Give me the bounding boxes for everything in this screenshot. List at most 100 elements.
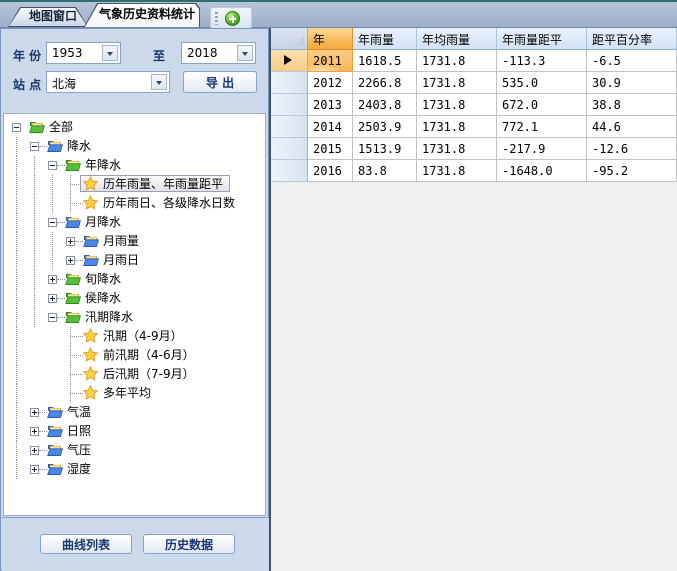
tree-connector-line [75,241,83,242]
collapse-minus-icon[interactable] [48,313,57,322]
grid-cell[interactable]: 38.8 [587,94,677,116]
grid-row-header[interactable] [271,116,308,138]
grid-cell[interactable]: 1731.8 [417,138,497,160]
tree-item[interactable]: 年降水 [4,156,265,175]
tree-item-label: 后汛期（7-9月） [103,365,195,383]
grid-row-header[interactable] [271,160,308,182]
tree-item[interactable]: 降水 [4,137,265,156]
tab-weather-history-stats[interactable]: 气象历史资料统计 [84,3,200,27]
tree-item[interactable]: 汛期（4-9月） [4,327,265,346]
tree-guide-line [16,251,17,270]
tree-item[interactable]: 月降水 [4,213,265,232]
grid-column-header[interactable]: 年雨量 [353,28,417,50]
expand-plus-icon[interactable] [30,446,39,455]
grid-cell[interactable]: 1731.8 [417,50,497,72]
dropdown-arrow-icon[interactable] [151,74,167,90]
folder-green-icon [29,119,45,135]
tree-item[interactable]: 湿度 [4,460,265,479]
expand-plus-icon[interactable] [30,465,39,474]
export-button[interactable]: 导 出 [183,71,257,93]
tree-guide-line [16,308,17,327]
grid-column-header[interactable]: 年 [308,28,353,50]
grid-select-all[interactable] [271,28,308,50]
tab-map-window[interactable]: 地图窗口 [8,7,88,27]
tree-item[interactable]: 月雨量 [4,232,265,251]
tree-guide-line [16,460,17,479]
tree-item[interactable]: 汛期降水 [4,308,265,327]
grid-cell[interactable]: 2266.8 [353,72,417,94]
year-to-select[interactable]: 2018 [181,42,256,64]
tree-item[interactable]: 后汛期（7-9月） [4,365,265,384]
grid-cell[interactable]: 2403.8 [353,94,417,116]
tree-item-label: 月雨日 [103,251,139,269]
tree-item[interactable]: 前汛期（4-6月） [4,346,265,365]
grid-cell[interactable]: 83.8 [353,160,417,182]
grid-column-header[interactable]: 年雨量距平 [497,28,587,50]
grid-cell[interactable]: 672.0 [497,94,587,116]
grid-cell[interactable]: -12.6 [587,138,677,160]
table-row: 20111618.51731.8-113.3-6.5 [271,50,677,72]
grid-cell[interactable]: 44.6 [587,116,677,138]
grid-cell[interactable]: 535.0 [497,72,587,94]
grid-cell[interactable]: 2012 [308,72,353,94]
grid-cell[interactable]: -1648.0 [497,160,587,182]
expand-plus-icon[interactable] [30,427,39,436]
grid-cell[interactable]: -6.5 [587,50,677,72]
grid-cell[interactable]: 1731.8 [417,160,497,182]
grid-row-header[interactable] [271,138,308,160]
grid-cell[interactable]: 2015 [308,138,353,160]
grid-cell[interactable]: 2016 [308,160,353,182]
grid-cell[interactable]: 1731.8 [417,94,497,116]
expand-plus-icon[interactable] [66,256,75,265]
table-row: 20151513.91731.8-217.9-12.6 [271,138,677,160]
add-tab-button[interactable] [210,7,252,29]
tree-item[interactable]: 全部 [4,118,265,137]
tab-label: 气象历史资料统计 [84,3,200,26]
folder-blue-icon [83,252,99,268]
tree-item[interactable]: 气压 [4,441,265,460]
expand-plus-icon[interactable] [48,294,57,303]
tree-item-label: 月雨量 [103,232,139,250]
grid-cell[interactable]: 2011 [308,50,353,72]
grid-cell[interactable]: 2503.9 [353,116,417,138]
tree-item[interactable]: 气温 [4,403,265,422]
year-from-select[interactable]: 1953 [46,42,121,64]
collapse-minus-icon[interactable] [30,142,39,151]
collapse-minus-icon[interactable] [48,218,57,227]
grid-cell[interactable]: 1731.8 [417,116,497,138]
collapse-minus-icon[interactable] [12,123,21,132]
collapse-minus-icon[interactable] [48,161,57,170]
grid-column-header[interactable]: 距平百分率 [587,28,677,50]
expand-plus-icon[interactable] [30,408,39,417]
grid-row-header[interactable] [271,72,308,94]
grid-row-header-current[interactable] [271,50,308,72]
grid-cell[interactable]: 1731.8 [417,72,497,94]
grid-cell[interactable]: -95.2 [587,160,677,182]
dropdown-arrow-icon[interactable] [237,45,253,61]
curve-list-button[interactable]: 曲线列表 [40,534,132,554]
tree-item[interactable]: 历年雨日、各级降水日数 [4,194,265,213]
tree-item[interactable]: 多年平均 [4,384,265,403]
grid-row-header[interactable] [271,94,308,116]
history-data-button[interactable]: 历史数据 [143,534,235,554]
expand-plus-icon[interactable] [48,275,57,284]
grid-cell[interactable]: -217.9 [497,138,587,160]
grid-cell[interactable]: 772.1 [497,116,587,138]
grid-cell[interactable]: 1618.5 [353,50,417,72]
grid-cell[interactable]: 30.9 [587,72,677,94]
tree-guide-line [34,213,35,232]
station-select[interactable]: 北海 [46,71,170,93]
tree-item[interactable]: 历年雨量、年雨量距平 [4,175,265,194]
grid-cell[interactable]: 2013 [308,94,353,116]
grid-column-header[interactable]: 年均雨量 [417,28,497,50]
expand-plus-icon[interactable] [66,237,75,246]
dropdown-arrow-icon[interactable] [102,45,118,61]
tree-item[interactable]: 月雨日 [4,251,265,270]
grid-cell[interactable]: 2014 [308,116,353,138]
grid-cell[interactable]: -113.3 [497,50,587,72]
grid-cell[interactable]: 1513.9 [353,138,417,160]
tree-item[interactable]: 旬降水 [4,270,265,289]
tree-item[interactable]: 侯降水 [4,289,265,308]
query-panel: 年 份 1953 至 2018 站 点 北海 导 出 全部降水年降水历年雨量、年… [0,28,269,571]
tree-item[interactable]: 日照 [4,422,265,441]
